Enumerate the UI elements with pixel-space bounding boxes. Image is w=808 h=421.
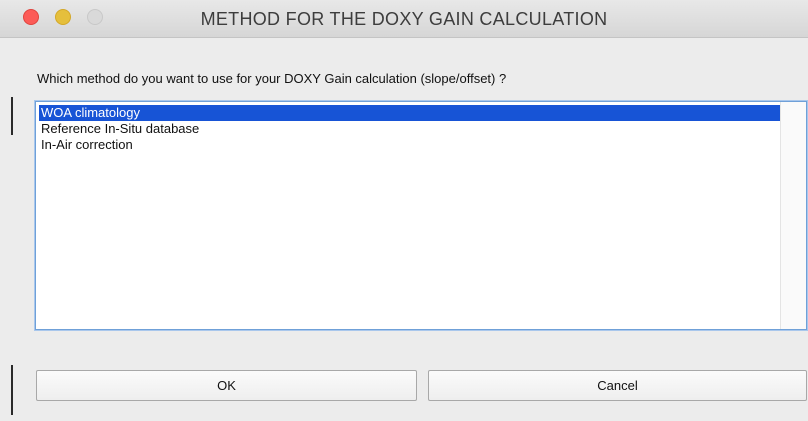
list-item-reference-in-situ-database[interactable]: Reference In-Situ database [39,121,780,137]
window-edge-marker [11,365,13,415]
list-item-in-air-correction[interactable]: In-Air correction [39,137,780,153]
ok-button[interactable]: OK [36,370,417,401]
prompt-label: Which method do you want to use for your… [37,71,507,86]
window-edge-marker [11,97,13,135]
listbox-scrollbar[interactable] [780,102,806,329]
dialog-window: METHOD FOR THE DOXY GAIN CALCULATION Whi… [0,0,808,421]
window-title: METHOD FOR THE DOXY GAIN CALCULATION [200,9,608,29]
list-item-woa-climatology[interactable]: WOA climatology [39,105,780,121]
cancel-button[interactable]: Cancel [428,370,807,401]
title-bar[interactable]: METHOD FOR THE DOXY GAIN CALCULATION [0,0,808,38]
method-listbox[interactable]: WOA climatology Reference In-Situ databa… [35,101,807,330]
